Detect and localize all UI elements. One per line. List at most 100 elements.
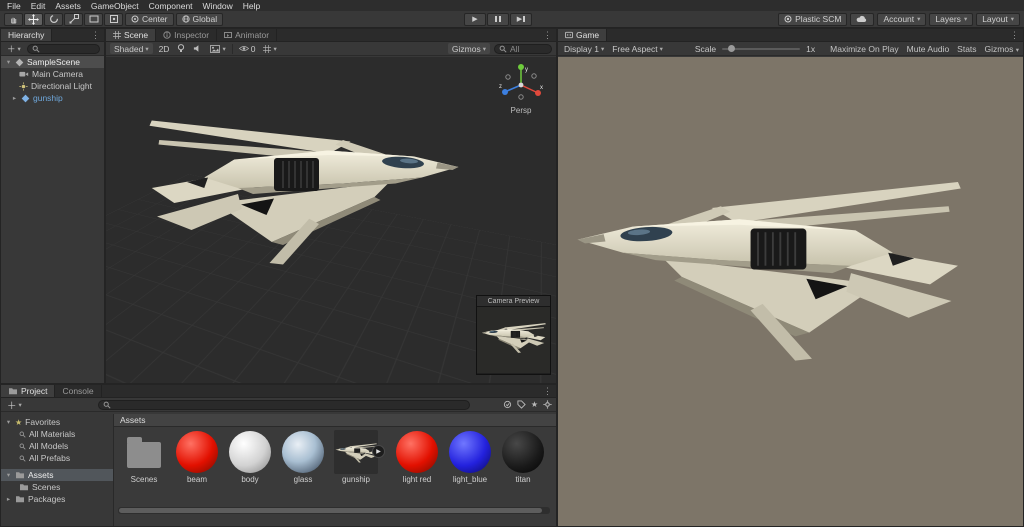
hierarchy-search-input[interactable] [26, 43, 100, 54]
scene-effects-dropdown[interactable]: ▾ [208, 43, 227, 54]
scale-tool-button[interactable] [64, 12, 83, 26]
move-tool-button[interactable] [24, 12, 43, 26]
scene-lighting-toggle[interactable] [175, 43, 187, 54]
search-by-type-icon[interactable] [503, 400, 512, 409]
create-object-button[interactable]: ＋ ▾ [5, 43, 23, 54]
space-toggle-button[interactable]: Global [175, 12, 224, 26]
orientation-gizmo[interactable]: y x z Persp [496, 61, 546, 115]
menu-item-file[interactable]: File [2, 1, 26, 11]
project-tab-label: Project [21, 386, 48, 396]
foldout-open-icon[interactable]: ▾ [5, 418, 12, 426]
asset-scenes[interactable]: Scenes [120, 430, 168, 484]
camera-preview-image [477, 307, 550, 373]
tab-hierarchy[interactable]: Hierarchy [1, 29, 53, 41]
foldout-closed-icon[interactable]: ▸ [11, 94, 18, 102]
asset-titan[interactable]: titan [499, 430, 547, 484]
favorites-all-prefabs[interactable]: All Prefabs [1, 452, 113, 464]
2d-toggle-button[interactable]: 2D [157, 43, 172, 54]
game-gizmos-dropdown[interactable]: Gizmos ▾ [985, 44, 1019, 54]
tab-inspector[interactable]: Inspector [156, 29, 218, 41]
expand-subassets-button[interactable]: ▶ [372, 445, 385, 458]
hand-tool-button[interactable] [4, 12, 23, 26]
hierarchy-panel-menu-icon[interactable]: ⋮ [87, 29, 104, 41]
tab-project[interactable]: Project [1, 385, 56, 397]
menu-item-component[interactable]: Component [144, 1, 198, 11]
layout-dropdown[interactable]: Layout ▾ [976, 12, 1020, 26]
plastic-scm-button[interactable]: Plastic SCM [778, 12, 848, 26]
grid-visibility-dropdown[interactable]: ▾ [261, 43, 278, 54]
aspect-dropdown[interactable]: Free Aspect ▾ [610, 43, 665, 54]
scene-search-input[interactable]: All [494, 43, 552, 54]
cloud-button[interactable] [850, 12, 875, 26]
favorites-all-materials[interactable]: All Materials [1, 428, 113, 440]
maximize-on-play-button[interactable]: Maximize On Play [830, 44, 899, 54]
hierarchy-item-scene[interactable]: ▾ SampleScene [1, 56, 104, 68]
play-button[interactable]: ▶ [464, 12, 486, 26]
asset-light-blue[interactable]: light_blue [446, 430, 494, 484]
tab-animator[interactable]: Animator [217, 29, 278, 41]
hierarchy-item-gunship[interactable]: ▸ gunship [1, 92, 104, 104]
breadcrumb[interactable]: Assets [114, 414, 556, 427]
scene-visibility-toggle[interactable]: 0 [237, 43, 258, 54]
asset-gunship[interactable]: ▶ gunship [332, 430, 385, 484]
gunship-model-game [576, 181, 962, 362]
game-panel-menu-icon[interactable]: ⋮ [1006, 29, 1023, 41]
folder-thumbnail-icon [127, 437, 161, 468]
menu-item-window[interactable]: Window [198, 1, 238, 11]
game-viewport[interactable] [558, 57, 1023, 526]
search-icon [32, 45, 40, 53]
create-asset-button[interactable]: ＋ ▾ [5, 399, 24, 412]
console-tab-label: Console [62, 386, 94, 396]
tree-item-packages[interactable]: ▸ Packages [1, 493, 113, 505]
favorites-all-models[interactable]: All Models [1, 440, 113, 452]
gear-icon[interactable] [543, 400, 552, 409]
menu-item-assets[interactable]: Assets [50, 1, 86, 11]
asset-beam[interactable]: beam [173, 430, 221, 484]
pause-button[interactable] [487, 12, 509, 26]
pivot-label: Center [142, 14, 168, 24]
mute-audio-button[interactable]: Mute Audio [907, 44, 950, 54]
asset-light-red[interactable]: light red [393, 430, 441, 484]
pivot-toggle-button[interactable]: Center [125, 12, 174, 26]
search-by-label-icon[interactable] [517, 400, 526, 409]
tree-item-scenes[interactable]: Scenes [1, 481, 113, 493]
scale-slider-knob[interactable] [728, 45, 736, 52]
project-panel-menu-icon[interactable]: ⋮ [539, 385, 556, 397]
foldout-open-icon[interactable]: ▾ [5, 58, 12, 66]
project-search-input[interactable] [97, 399, 470, 410]
favorite-search-star-icon[interactable]: ★ [531, 400, 538, 409]
tab-scene[interactable]: Scene [106, 29, 157, 41]
gunship-label: gunship [33, 93, 63, 103]
foldout-closed-icon[interactable]: ▸ [5, 495, 12, 503]
gizmos-dropdown[interactable]: Gizmos ▾ [447, 43, 490, 54]
asset-body[interactable]: body [226, 430, 274, 484]
display-dropdown[interactable]: Display 1 ▾ [562, 43, 606, 54]
scale-slider[interactable] [722, 45, 801, 52]
projection-mode-label[interactable]: Persp [496, 106, 546, 115]
foldout-open-icon[interactable]: ▾ [5, 471, 12, 479]
layers-dropdown[interactable]: Layers ▾ [929, 12, 974, 26]
stats-button[interactable]: Stats [957, 44, 976, 54]
menu-item-edit[interactable]: Edit [26, 1, 51, 11]
scene-audio-toggle[interactable] [191, 43, 204, 54]
rotate-tool-button[interactable] [44, 12, 63, 26]
menu-item-gameobject[interactable]: GameObject [86, 1, 144, 11]
menu-item-help[interactable]: Help [238, 1, 265, 11]
favorites-root[interactable]: ▾ ★ Favorites [1, 416, 113, 428]
tree-item-assets[interactable]: ▾ Assets [1, 469, 113, 481]
scene-panel-menu-icon[interactable]: ⋮ [539, 29, 556, 41]
scrollbar-thumb[interactable] [119, 508, 543, 513]
tab-game[interactable]: Game [558, 29, 608, 41]
horizontal-scrollbar[interactable] [118, 507, 550, 514]
asset-glass[interactable]: glass [279, 430, 327, 484]
account-dropdown[interactable]: Account ▾ [877, 12, 927, 26]
tab-console[interactable]: Console [55, 385, 102, 397]
lighting-icon [177, 44, 185, 53]
rect-tool-button[interactable] [84, 12, 103, 26]
hierarchy-item-main-camera[interactable]: Main Camera [1, 68, 104, 80]
draw-mode-dropdown[interactable]: Shaded ▾ [110, 43, 153, 54]
step-button[interactable]: ▶ [510, 12, 532, 26]
transform-tool-button[interactable] [104, 12, 123, 26]
hierarchy-item-directional-light[interactable]: Directional Light [1, 80, 104, 92]
scene-viewport[interactable]: y x z Persp Camera Preview [106, 57, 556, 383]
